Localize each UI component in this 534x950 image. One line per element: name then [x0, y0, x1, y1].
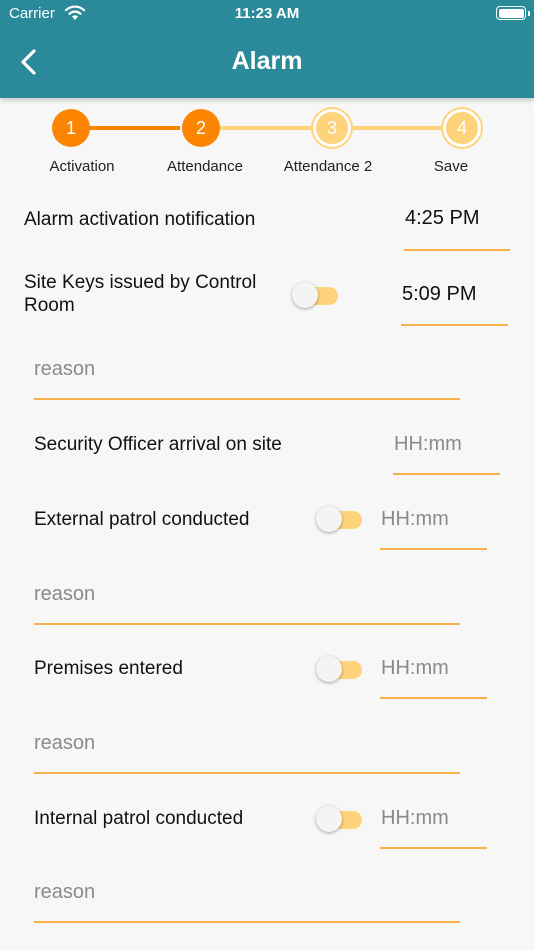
toggle-knob — [316, 656, 342, 682]
premises-entered-toggle[interactable] — [316, 655, 362, 683]
internal-patrol-time-underline — [380, 847, 487, 849]
toggle-knob — [316, 506, 342, 532]
step-connector-3-4 — [350, 126, 442, 130]
premises-entered-reason-underline — [34, 772, 460, 774]
premises-entered-reason-field[interactable]: reason — [34, 732, 95, 755]
step-4[interactable]: 4 — [443, 109, 481, 147]
status-bar: Carrier 11:23 AM — [0, 0, 534, 28]
progress-stepper: 1 2 3 4 Activation Attendance Attendance… — [0, 104, 534, 184]
step-number: 2 — [195, 117, 206, 138]
external-patrol-toggle[interactable] — [316, 505, 362, 533]
external-patrol-time-underline — [380, 548, 487, 550]
internal-patrol-label: Internal patrol conducted — [34, 808, 244, 829]
alarm-activation-label: Alarm activation notification — [24, 209, 256, 230]
step-number: 1 — [65, 117, 76, 138]
external-patrol-reason-field[interactable]: reason — [34, 583, 95, 606]
site-keys-time-underline — [401, 324, 508, 326]
step-label-activation: Activation — [49, 158, 115, 175]
officer-arrival-label: Security Officer arrival on site — [34, 434, 282, 455]
toggle-knob — [292, 282, 318, 308]
external-patrol-label: External patrol conducted — [34, 509, 250, 530]
step-connector-2-3 — [220, 126, 312, 130]
battery-icon — [496, 6, 526, 20]
toggle-knob — [316, 806, 342, 832]
status-time: 11:23 AM — [234, 5, 300, 22]
site-keys-label: Site Keys issued by Control Room — [24, 272, 257, 316]
premises-entered-label: Premises entered — [34, 658, 183, 679]
alarm-activation-time-underline — [404, 249, 510, 251]
external-patrol-time-field[interactable]: HH:mm — [381, 508, 449, 531]
step-3[interactable]: 3 — [313, 109, 351, 147]
internal-patrol-toggle[interactable] — [316, 805, 362, 833]
site-keys-reason-field[interactable]: reason — [34, 358, 95, 381]
step-number: 4 — [456, 117, 467, 138]
site-keys-reason-underline — [34, 398, 460, 400]
step-connector-1-2 — [90, 126, 180, 130]
step-1[interactable]: 1 — [52, 109, 90, 147]
alarm-activation-time-field[interactable]: 4:25 PM — [405, 207, 479, 230]
step-label-attendance: Attendance — [167, 158, 243, 175]
officer-arrival-time-field[interactable]: HH:mm — [394, 433, 462, 456]
step-label-save: Save — [433, 158, 469, 175]
battery-tip — [528, 11, 530, 16]
premises-entered-time-underline — [380, 697, 487, 699]
site-keys-toggle[interactable] — [292, 281, 338, 309]
premises-entered-time-field[interactable]: HH:mm — [381, 657, 449, 680]
page-title: Alarm — [231, 47, 303, 75]
internal-patrol-reason-field[interactable]: reason — [34, 881, 95, 904]
step-label-attendance-2: Attendance 2 — [283, 158, 373, 175]
internal-patrol-reason-underline — [34, 921, 460, 923]
officer-arrival-time-underline — [393, 473, 500, 475]
step-number: 3 — [326, 117, 337, 138]
internal-patrol-time-field[interactable]: HH:mm — [381, 807, 449, 830]
external-patrol-reason-underline — [34, 623, 460, 625]
site-keys-time-field[interactable]: 5:09 PM — [402, 283, 476, 306]
app-header: Carrier 11:23 AM Alarm — [0, 0, 534, 98]
step-2[interactable]: 2 — [182, 109, 220, 147]
